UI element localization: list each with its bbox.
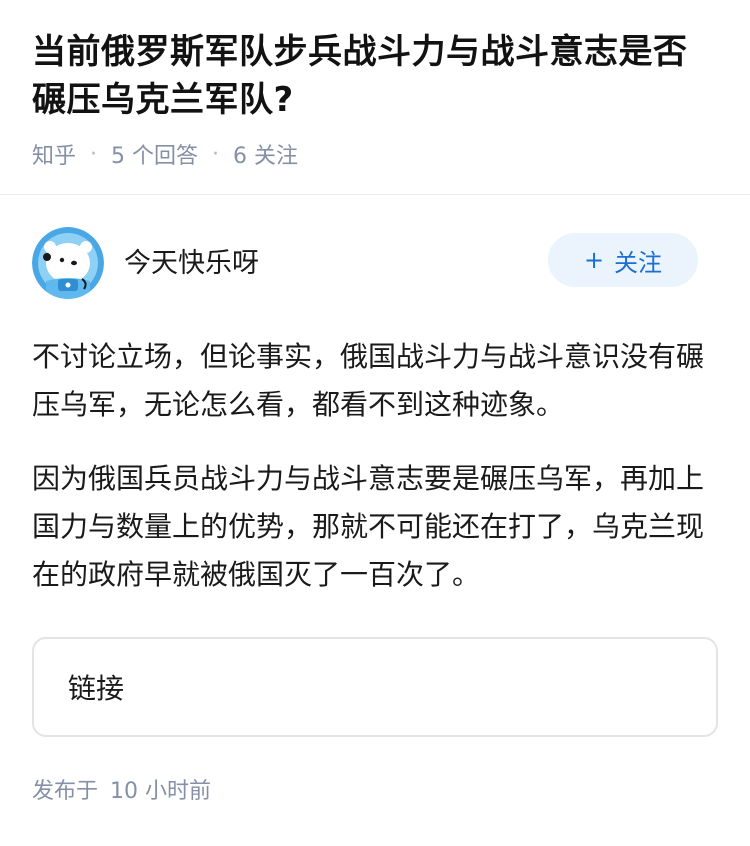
source-label[interactable]: 知乎	[32, 138, 76, 170]
follower-count[interactable]: 6 关注	[233, 138, 298, 170]
link-card[interactable]: 链接	[32, 637, 718, 737]
link-card-label: 链接	[68, 672, 125, 705]
answer-card: 今天快乐呀 + 关注 不讨论立场，但论事实，俄国战斗力与战斗意识没有碾压乌军，无…	[0, 225, 750, 805]
meta-separator: ·	[90, 141, 98, 167]
avatar[interactable]	[32, 227, 104, 299]
answer-page: 当前俄罗斯军队步兵战斗力与战斗意志是否碾压乌克兰军队? 知乎 · 5 个回答 ·…	[0, 0, 750, 846]
published-prefix: 发布于	[32, 779, 99, 804]
follow-button-label: 关注	[614, 248, 663, 277]
meta-separator: ·	[212, 141, 220, 167]
answer-body: 不讨论立场，但论事实，俄国战斗力与战斗意识没有碾压乌军，无论怎么看，都看不到这种…	[32, 333, 718, 599]
follow-button[interactable]: + 关注	[548, 233, 698, 287]
publish-info: 发布于 10 小时前	[32, 773, 718, 805]
answer-count[interactable]: 5 个回答	[111, 138, 198, 170]
polar-bear-avatar-icon	[32, 227, 104, 299]
answer-paragraph: 因为俄国兵员战斗力与战斗意志要是碾压乌军，再加上国力与数量上的优势，那就不可能还…	[32, 462, 705, 591]
published-time: 10 小时前	[110, 779, 212, 804]
author-name[interactable]: 今天快乐呀	[124, 241, 259, 280]
plus-icon: +	[583, 246, 605, 274]
question-title[interactable]: 当前俄罗斯军队步兵战斗力与战斗意志是否碾压乌克兰军队?	[32, 28, 718, 124]
author-row: 今天快乐呀 + 关注	[32, 225, 718, 301]
answer-paragraph: 不讨论立场，但论事实，俄国战斗力与战斗意识没有碾压乌军，无论怎么看，都看不到这种…	[32, 340, 705, 421]
section-divider	[0, 194, 750, 195]
question-meta: 知乎 · 5 个回答 · 6 关注	[32, 138, 718, 170]
question-header: 当前俄罗斯军队步兵战斗力与战斗意志是否碾压乌克兰军队? 知乎 · 5 个回答 ·…	[0, 0, 750, 170]
